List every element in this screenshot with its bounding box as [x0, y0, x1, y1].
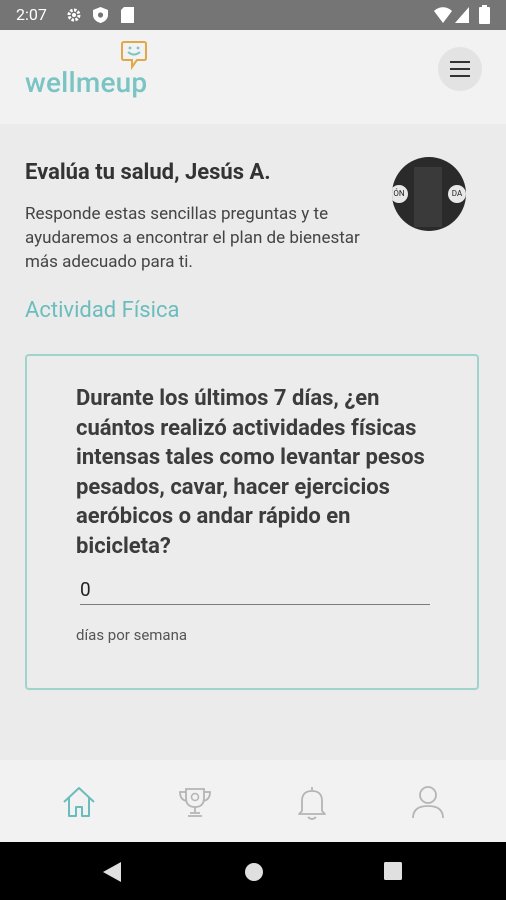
bell-icon[interactable]: [292, 782, 332, 822]
settings-icon: [67, 8, 81, 22]
question-card: Durante los últimos 7 días, ¿en cuántos …: [25, 354, 479, 690]
home-circle-icon[interactable]: [244, 862, 264, 882]
days-input[interactable]: [80, 574, 430, 605]
app-logo: wellmeup: [25, 66, 148, 99]
recents-icon[interactable]: [384, 862, 402, 880]
bottom-nav: [0, 760, 506, 842]
intro-text: Responde estas sencillas preguntas y te …: [25, 204, 360, 272]
page-title: Evalúa tu salud, Jesús A.: [25, 160, 271, 185]
shield-icon: [93, 7, 108, 23]
trophy-icon[interactable]: [175, 782, 215, 822]
wifi-icon: [434, 7, 452, 23]
app-header: wellmeup: [0, 30, 506, 124]
battery-icon: [479, 5, 490, 24]
menu-icon: [450, 61, 470, 63]
system-nav-bar: [0, 842, 506, 900]
status-bar: 2:07: [0, 0, 506, 30]
signal-icon: [455, 7, 469, 23]
unit-label: días por semana: [76, 626, 188, 644]
status-time: 2:07: [16, 5, 47, 24]
avatar[interactable]: ÓN DA: [392, 157, 466, 231]
home-icon[interactable]: [59, 782, 99, 822]
section-title: Actividad Física: [25, 298, 180, 323]
user-icon[interactable]: [408, 782, 448, 822]
sim-card-icon: [121, 7, 134, 23]
back-icon[interactable]: [103, 862, 121, 882]
question-text: Durante los últimos 7 días, ¿en cuántos …: [76, 386, 425, 559]
menu-button[interactable]: [438, 47, 482, 91]
